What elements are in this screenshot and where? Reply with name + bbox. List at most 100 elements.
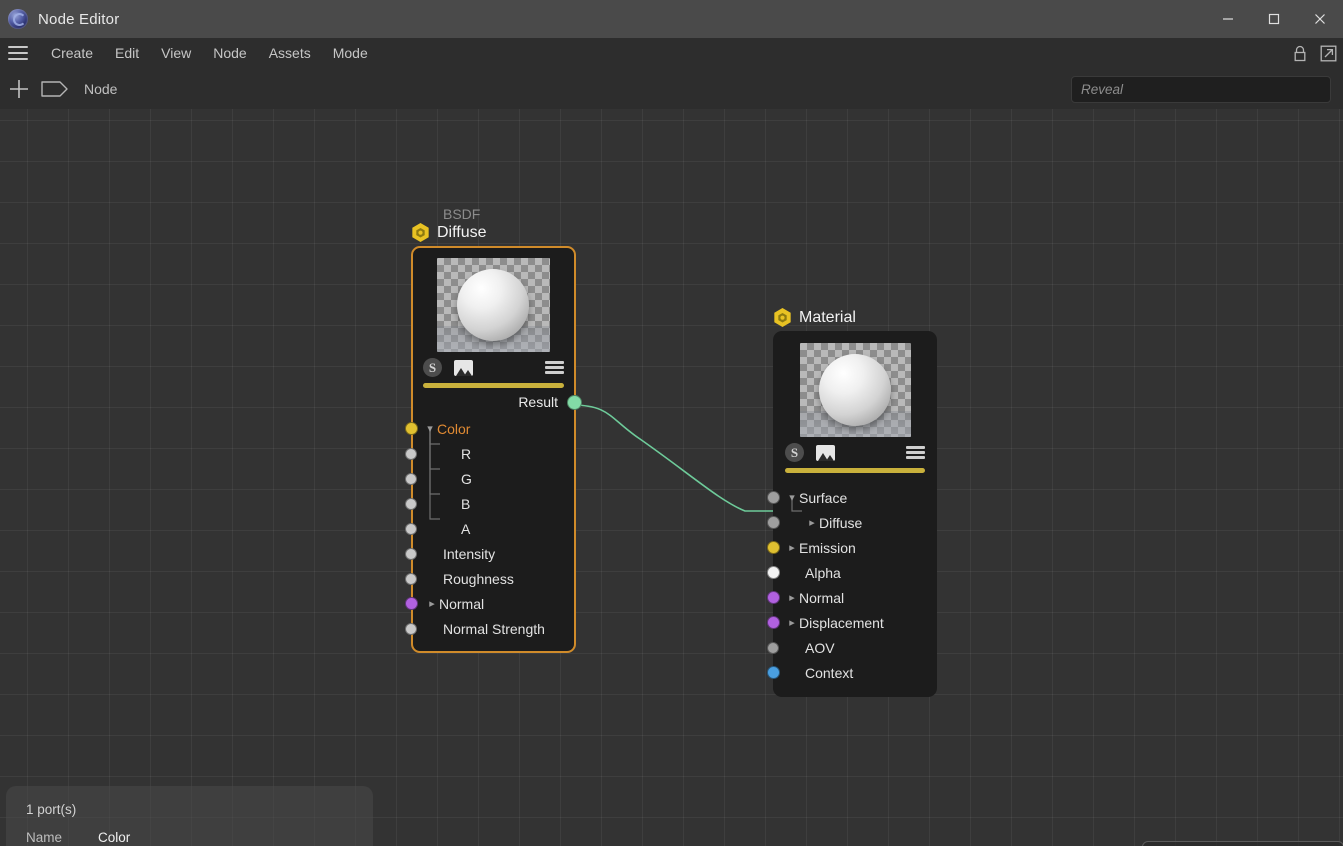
connection-diffuse-result-to-material-diffuse[interactable] (571, 404, 775, 512)
menu-item-node[interactable]: Node (202, 38, 257, 68)
info-row-name: Name Color (6, 826, 373, 846)
port-row-normal[interactable]: ▸ Normal (767, 585, 935, 610)
node-diffuse[interactable]: BSDF Diffuse S Result ▾ Color R G B A In… (405, 206, 582, 653)
port-dot-a[interactable] (405, 522, 417, 535)
port-row-surface[interactable]: ▾ Surface (767, 485, 935, 510)
node-preview-area (775, 333, 935, 437)
port-row-displacement[interactable]: ▸ Displacement (767, 610, 935, 635)
node-icon-row: S (775, 437, 935, 464)
port-row-r[interactable]: R (405, 441, 574, 466)
chevron-right-icon[interactable]: ▸ (425, 597, 439, 610)
port-row-aov[interactable]: AOV (767, 635, 935, 660)
popout-external-link-icon[interactable] (1319, 44, 1337, 62)
port-dot-context[interactable] (767, 666, 780, 679)
port-dot-normal-strength[interactable] (405, 622, 417, 635)
close-icon[interactable] (1297, 0, 1343, 38)
menu-item-mode[interactable]: Mode (322, 38, 379, 68)
port-row-diffuse[interactable]: ▸ Diffuse (767, 510, 935, 535)
hamburger-menu-icon[interactable] (8, 46, 28, 60)
material-sphere-preview[interactable] (799, 343, 911, 437)
output-port-result[interactable] (567, 394, 582, 410)
node-material[interactable]: Material S ▾ Surface ▸ Diffuse ▸ Emissio… (767, 307, 937, 697)
port-dot-g[interactable] (405, 472, 417, 485)
port-row-a[interactable]: A (405, 516, 574, 541)
layers-list-icon[interactable] (545, 361, 564, 374)
menu-item-assets[interactable]: Assets (258, 38, 322, 68)
port-dot-normal[interactable] (767, 591, 780, 604)
chevron-right-icon[interactable]: ▸ (785, 591, 799, 604)
port-row-roughness[interactable]: Roughness (405, 566, 574, 591)
port-label-r: R (461, 445, 472, 462)
port-dot-alpha[interactable] (767, 566, 780, 579)
port-label-diffuse: Diffuse (819, 514, 863, 531)
port-dot-color[interactable] (405, 422, 418, 435)
port-row-g[interactable]: G (405, 466, 574, 491)
port-row-intensity[interactable]: Intensity (405, 541, 574, 566)
menu-item-view[interactable]: View (150, 38, 202, 68)
chevron-down-icon[interactable]: ▾ (785, 491, 799, 504)
lock-icon[interactable] (1291, 44, 1309, 62)
port-row-normal-strength[interactable]: Normal Strength (405, 616, 574, 641)
port-dot-surface[interactable] (767, 491, 780, 504)
port-row-normal[interactable]: ▸ Normal (405, 591, 574, 616)
port-dot-displacement[interactable] (767, 616, 780, 629)
material-sphere-preview[interactable] (437, 258, 550, 352)
port-label-displacement: Displacement (799, 614, 884, 631)
port-dot-diffuse[interactable] (767, 516, 780, 529)
tag-label-icon[interactable] (40, 79, 70, 99)
plus-icon[interactable] (8, 78, 30, 100)
port-label-aov: AOV (805, 639, 835, 656)
node-body-diffuse[interactable]: S Result ▾ Color R G B A Intensity Rough… (405, 246, 582, 653)
hexagon-node-icon (774, 308, 791, 327)
chevron-right-icon[interactable]: ▸ (785, 541, 799, 554)
menu-bar: Create Edit View Node Assets Mode (0, 38, 1343, 68)
search-placeholder: Reveal (1081, 82, 1124, 97)
sphere-logo-icon (8, 9, 28, 29)
node-title-material: Material (799, 308, 856, 326)
port-row-alpha[interactable]: Alpha (767, 560, 935, 585)
port-dot-emission[interactable] (767, 541, 780, 554)
search-input[interactable]: Reveal (1071, 76, 1331, 103)
title-bar: Node Editor (0, 0, 1343, 38)
maximize-icon[interactable] (1251, 0, 1297, 38)
minimap[interactable] (1142, 841, 1343, 846)
window-title: Node Editor (38, 10, 120, 28)
port-dot-normal[interactable] (405, 597, 418, 610)
port-row-b[interactable]: B (405, 491, 574, 516)
menu-item-create[interactable]: Create (40, 38, 104, 68)
node-port-list-diffuse: ▾ Color R G B A Intensity Roughness ▸ No… (405, 414, 574, 651)
node-header-material[interactable]: Material (773, 307, 937, 328)
port-row-color[interactable]: ▾ Color (405, 416, 574, 441)
node-title-diffuse: Diffuse (437, 223, 487, 241)
port-row-context[interactable]: Context (767, 660, 935, 685)
layers-list-icon[interactable] (906, 446, 925, 459)
node-port-list-material: ▾ Surface ▸ Diffuse ▸ Emission Alpha ▸ N… (767, 473, 935, 695)
port-dot-r[interactable] (405, 447, 417, 460)
port-dot-aov[interactable] (767, 641, 779, 654)
node-body-material[interactable]: S ▾ Surface ▸ Diffuse ▸ Emission Alpha ▸… (767, 331, 937, 697)
minimize-icon[interactable] (1205, 0, 1251, 38)
port-info-panel: 1 port(s) Name Color Type ColorAlpha64 V… (6, 786, 373, 846)
port-label-context: Context (805, 664, 854, 681)
port-label-normal-strength: Normal Strength (443, 620, 545, 637)
image-icon[interactable] (816, 444, 835, 461)
s-badge-icon[interactable]: S (423, 358, 442, 377)
port-row-emission[interactable]: ▸ Emission (767, 535, 935, 560)
chevron-down-icon[interactable]: ▾ (423, 422, 437, 435)
chevron-right-icon[interactable]: ▸ (805, 516, 819, 529)
menu-item-edit[interactable]: Edit (104, 38, 150, 68)
port-label-intensity: Intensity (443, 545, 496, 562)
image-icon[interactable] (454, 359, 473, 376)
chevron-right-icon[interactable]: ▸ (785, 616, 799, 629)
port-label-g: G (461, 470, 472, 487)
node-header-diffuse[interactable]: Diffuse (411, 222, 576, 243)
s-badge-icon[interactable]: S (785, 443, 804, 462)
port-dot-roughness[interactable] (405, 572, 417, 585)
node-category-label: BSDF (443, 206, 481, 222)
info-key: Name (26, 830, 63, 845)
port-dot-intensity[interactable] (405, 547, 417, 560)
node-graph-canvas[interactable]: BSDF Diffuse S Result ▾ Color R G B A In… (0, 109, 1343, 846)
port-label-alpha: Alpha (805, 564, 841, 581)
port-dot-b[interactable] (405, 497, 417, 510)
node-preview-area (413, 248, 574, 352)
